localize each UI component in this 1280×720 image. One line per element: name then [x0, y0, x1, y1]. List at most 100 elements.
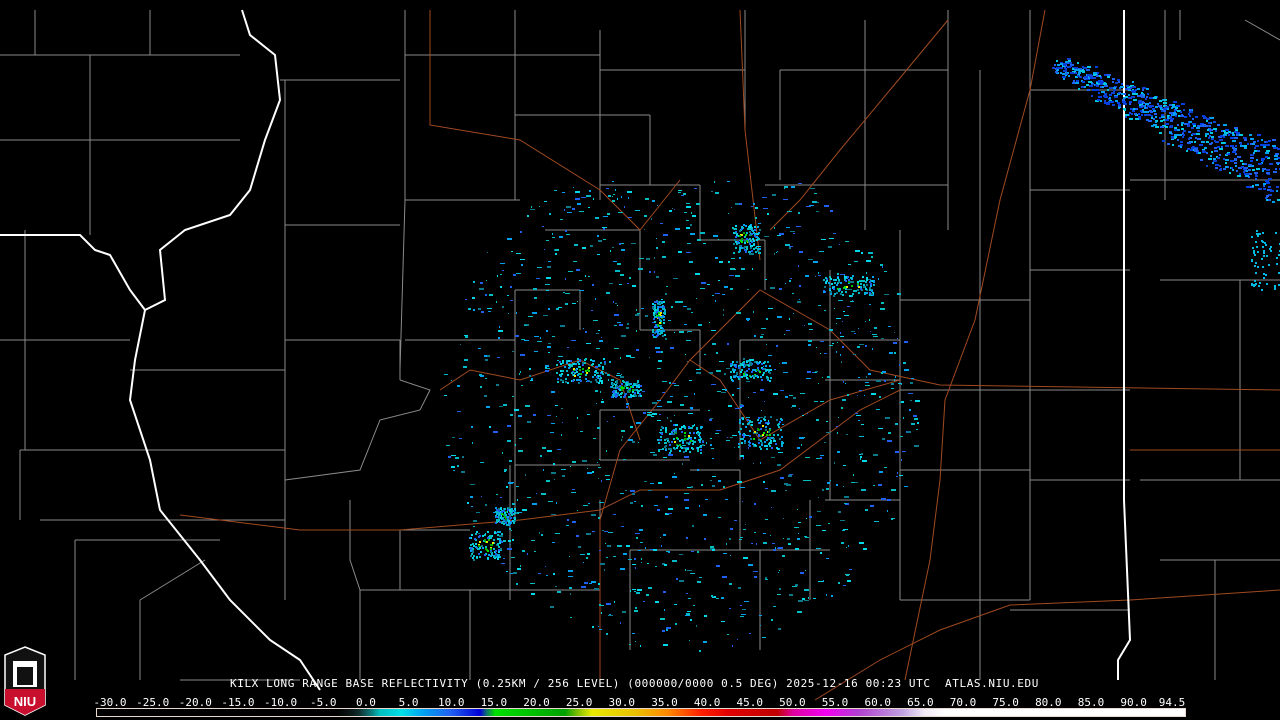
echo-pixel: [453, 470, 455, 471]
echo-pixel: [666, 286, 668, 287]
echo-pixel: [663, 306, 665, 308]
echo-pixel: [501, 518, 503, 520]
echo-pixel: [586, 343, 591, 344]
echo-pixel: [739, 245, 741, 247]
echo-pixel: [598, 467, 601, 468]
echo-pixel: [515, 335, 519, 337]
echo-pixel: [573, 187, 574, 188]
echo-pixel: [692, 448, 694, 450]
echo-pixel: [852, 293, 854, 295]
echo-pixel: [1205, 135, 1207, 137]
echo-pixel: [711, 384, 716, 385]
echo-pixel: [693, 605, 695, 606]
echo-pixel: [744, 371, 746, 373]
echo-pixel: [871, 293, 873, 295]
echo-pixel: [589, 583, 592, 584]
echo-pixel: [628, 396, 630, 398]
echo-pixel: [699, 441, 701, 443]
echo-pixel: [835, 279, 837, 281]
echo-pixel: [640, 389, 642, 391]
echo-pixel: [865, 321, 866, 322]
echo-pixel: [500, 508, 502, 510]
echo-pixel: [838, 300, 843, 301]
echo-pixel: [807, 413, 808, 414]
echo-pixel: [773, 438, 775, 440]
echo-pixel: [858, 377, 860, 378]
echo-pixel: [862, 276, 864, 278]
echo-pixel: [627, 392, 630, 393]
echo-pixel: [758, 238, 760, 240]
echo-pixel: [734, 364, 736, 366]
echo-pixel: [863, 548, 867, 550]
echo-pixel: [582, 247, 586, 249]
echo-pixel: [478, 348, 481, 349]
echo-pixel: [778, 452, 783, 453]
echo-pixel: [671, 441, 673, 443]
echo-pixel: [859, 542, 864, 544]
echo-pixel: [600, 362, 602, 364]
echo-pixel: [746, 381, 750, 382]
echo-pixel: [725, 389, 727, 391]
echo-pixel: [1223, 136, 1225, 138]
echo-pixel: [675, 428, 677, 430]
echo-pixel: [713, 235, 718, 237]
echo-pixel: [662, 392, 665, 393]
echo-pixel: [764, 441, 766, 443]
echo-pixel: [616, 380, 618, 382]
echo-pixel: [603, 358, 605, 360]
echo-pixel: [1132, 93, 1136, 95]
echo-pixel: [626, 387, 628, 389]
echo-pixel: [1230, 145, 1234, 147]
echo-pixel: [596, 372, 598, 374]
echo-pixel: [1250, 160, 1253, 162]
echo-pixel: [1107, 76, 1110, 78]
echo-pixel: [511, 251, 513, 252]
echo-pixel: [1072, 82, 1075, 84]
echo-pixel: [866, 260, 871, 262]
echo-pixel: [1131, 90, 1134, 92]
echo-pixel: [492, 542, 494, 544]
echo-pixel: [859, 454, 861, 455]
echo-pixel: [686, 593, 688, 594]
echo-pixel: [763, 432, 765, 434]
echo-pixel: [909, 409, 911, 411]
echo-pixel: [881, 338, 884, 339]
echo-pixel: [1268, 199, 1271, 201]
echo-pixel: [665, 496, 668, 498]
echo-pixel: [733, 243, 735, 245]
highways: [179, 9, 1280, 701]
echo-pixel: [600, 391, 601, 393]
echo-pixel: [1068, 75, 1070, 77]
echo-pixel: [900, 436, 903, 437]
echo-pixel: [687, 611, 691, 612]
echo-pixel: [630, 357, 635, 358]
echo-pixel: [761, 363, 763, 365]
echo-pixel: [1252, 185, 1254, 187]
echo-pixel: [507, 238, 512, 240]
echo-pixel: [1210, 129, 1213, 131]
echo-pixel: [758, 434, 760, 436]
echo-pixel: [579, 376, 581, 378]
echo-pixel: [575, 363, 577, 365]
echo-pixel: [735, 203, 739, 205]
echo-pixel: [914, 418, 918, 420]
echo-pixel: [1151, 115, 1153, 117]
echo-pixel: [748, 447, 749, 449]
echo-pixel: [712, 549, 715, 551]
echo-pixel: [1274, 285, 1276, 287]
echo-pixel: [632, 493, 635, 495]
echo-pixel: [748, 365, 750, 367]
echo-pixel: [584, 362, 586, 364]
echo-pixel: [1263, 188, 1266, 190]
echo-pixel: [1075, 82, 1079, 84]
echo-pixel: [861, 252, 863, 254]
echo-pixel: [1206, 141, 1209, 143]
echo-pixel: [529, 375, 531, 377]
echo-pixel: [470, 548, 472, 550]
echo-pixel: [464, 335, 468, 336]
echo-pixel: [656, 276, 659, 278]
echo-pixel: [635, 641, 636, 642]
echo-pixel: [490, 544, 492, 546]
echo-pixel: [572, 208, 575, 210]
echo-pixel: [866, 277, 868, 279]
